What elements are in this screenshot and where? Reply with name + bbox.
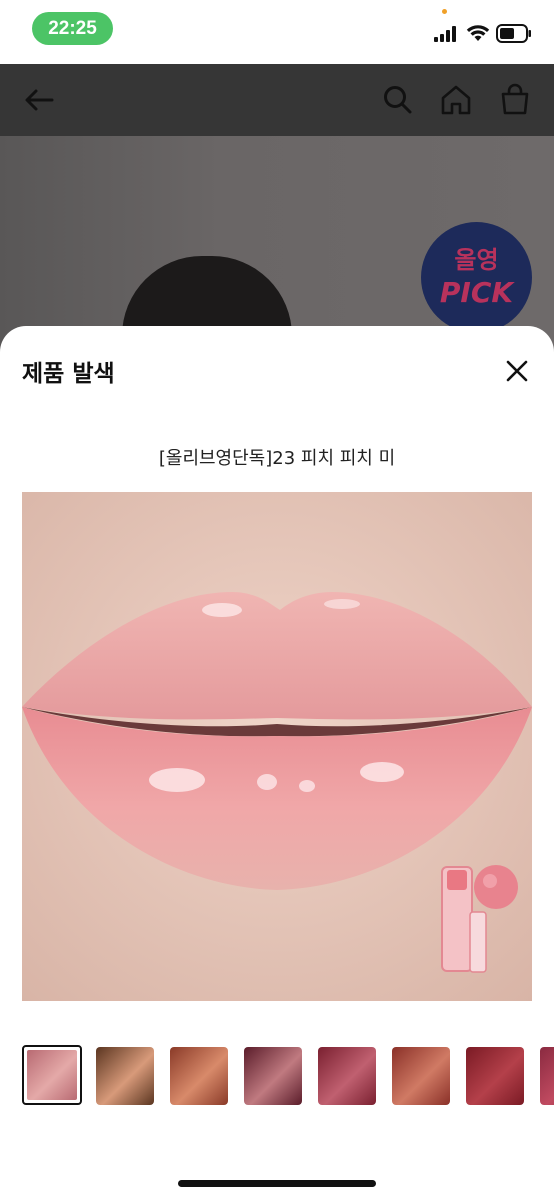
background-header <box>0 64 554 136</box>
swatch-thumbnail-list <box>22 1045 554 1107</box>
home-button[interactable] <box>438 82 474 118</box>
badge-line-2: PICK <box>439 276 514 309</box>
swatch-thumbnail[interactable] <box>170 1047 228 1105</box>
swatch-color <box>27 1050 77 1100</box>
badge-line-1: 올영 <box>454 246 499 274</box>
search-icon <box>384 86 412 114</box>
swatch-thumbnail[interactable] <box>318 1047 376 1105</box>
swatch-color <box>96 1047 154 1105</box>
lip-swatch-image <box>22 492 532 1001</box>
swatch-color <box>466 1047 524 1105</box>
battery-icon <box>496 24 531 43</box>
home-indicator <box>178 1180 376 1187</box>
swatch-color <box>540 1047 554 1105</box>
privacy-indicator-dot <box>442 9 447 14</box>
status-time: 22:25 <box>32 12 113 45</box>
back-arrow-icon <box>25 89 54 111</box>
swatch-thumbnail[interactable] <box>466 1047 524 1105</box>
background-page: 올영 PICK <box>0 64 554 364</box>
color-swatch-sheet: 제품 발색 [올리브영단독]23 피치 피치 미 <box>0 326 554 1200</box>
swatch-color <box>244 1047 302 1105</box>
swatch-thumbnail[interactable] <box>22 1045 82 1105</box>
olive-young-pick-badge: 올영 PICK <box>421 222 532 333</box>
close-button[interactable] <box>500 354 534 388</box>
close-icon <box>506 360 528 382</box>
swatch-thumbnail[interactable] <box>96 1047 154 1105</box>
search-button[interactable] <box>380 82 416 118</box>
swatch-color <box>170 1047 228 1105</box>
home-icon <box>441 85 471 115</box>
status-bar: 22:25 <box>0 0 554 64</box>
swatch-color <box>318 1047 376 1105</box>
shopping-bag-icon <box>501 83 529 115</box>
product-name: [올리브영단독]23 피치 피치 미 <box>158 448 396 469</box>
cart-button[interactable] <box>497 82 533 118</box>
sheet-title: 제품 발색 <box>22 361 115 387</box>
wifi-icon <box>466 25 490 41</box>
swatch-thumbnail[interactable] <box>540 1047 554 1105</box>
lip-swatch-illustration <box>22 492 532 1001</box>
swatch-thumbnail[interactable] <box>244 1047 302 1105</box>
signal-icon <box>434 26 456 42</box>
back-button[interactable] <box>22 82 58 118</box>
swatch-thumbnail[interactable] <box>392 1047 450 1105</box>
swatch-color <box>392 1047 450 1105</box>
